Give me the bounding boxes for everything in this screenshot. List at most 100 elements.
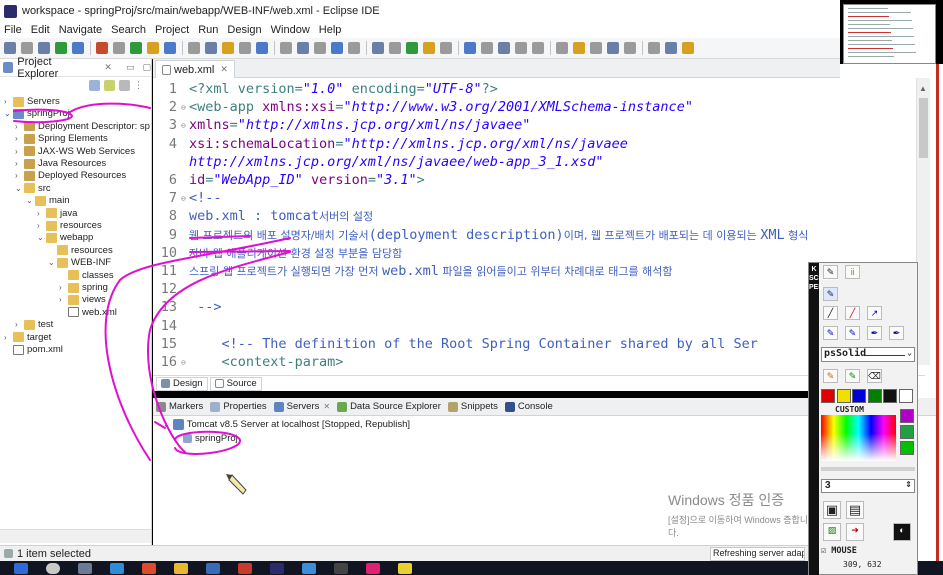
tab-snippets[interactable]: Snippets xyxy=(447,401,498,412)
minimize-icon[interactable]: ▭ xyxy=(126,62,135,73)
server-module[interactable]: springProj xyxy=(183,433,238,444)
color-swatch[interactable] xyxy=(821,389,835,403)
toolbar-button-icon[interactable] xyxy=(205,42,217,54)
eclipse-taskbar-icon[interactable] xyxy=(270,562,284,574)
brightness-slider[interactable] xyxy=(821,467,915,471)
color-swatch[interactable] xyxy=(883,389,897,403)
code-line[interactable]: 6 id = "WebApp_ID" version = "3.1" > xyxy=(153,171,425,189)
menu-design[interactable]: Design xyxy=(227,24,261,36)
menu-edit[interactable]: Edit xyxy=(31,24,50,36)
pen-small-icon[interactable]: ✎ xyxy=(823,369,838,383)
explorer-hscrollbar[interactable] xyxy=(0,529,151,543)
line-tool-icon[interactable]: ╱ xyxy=(823,306,838,320)
tree-item[interactable]: ⌄ springProj xyxy=(4,107,70,120)
tree-item[interactable]: › spring xyxy=(59,281,108,294)
menu-search[interactable]: Search xyxy=(111,24,146,36)
chevron-right-icon[interactable]: › xyxy=(37,221,46,230)
toolbar-button-icon[interactable] xyxy=(440,42,452,54)
toolbar-button-icon[interactable] xyxy=(464,42,476,54)
fold-toggle-icon[interactable]: ⊖ xyxy=(181,194,189,203)
chevron-right-icon[interactable]: › xyxy=(4,333,13,342)
pencil-icon[interactable]: ✎ xyxy=(823,265,838,279)
code-line[interactable]: 2 ⊖ <web-app xmlns:xsi = "http://www.w3.org/… xyxy=(153,98,693,116)
toolbar-button-icon[interactable] xyxy=(648,42,660,54)
toolbar-button-icon[interactable] xyxy=(481,42,493,54)
tree-item[interactable]: ⌄ webapp xyxy=(37,231,93,244)
tree-item[interactable]: web.xml xyxy=(59,306,117,319)
tree-item[interactable]: resources xyxy=(48,244,113,257)
toolbar-button-icon[interactable] xyxy=(348,42,360,54)
chevron-right-icon[interactable]: › xyxy=(15,122,24,131)
chevron-down-icon[interactable]: ⌄ xyxy=(4,109,13,118)
filter-icon[interactable] xyxy=(119,79,130,91)
save-icon[interactable]: ▣ xyxy=(823,501,841,519)
color-swatch[interactable] xyxy=(867,389,882,403)
tree-item[interactable]: › Java Resources xyxy=(15,157,106,170)
code-line[interactable]: 9 웹 프로젝트의 배포 설명자/배치 기술서 (deployment descri… xyxy=(153,226,809,244)
code-line[interactable]: 16 ⊖ <context-param> xyxy=(153,353,344,371)
code-line[interactable]: 3 ⊖ xmlns = "http://xmlns.jcp.org/xml/ns/jav… xyxy=(153,116,531,134)
save-as-icon[interactable]: ▤ xyxy=(846,501,864,519)
toolbar-button-icon[interactable] xyxy=(222,42,234,54)
chrome-icon[interactable] xyxy=(142,562,156,574)
tree-item[interactable]: › Deployment Descriptor: sp xyxy=(15,120,150,133)
code-line[interactable]: http://xmlns.jcp.org/xml/ns/javaee/web-a… xyxy=(153,153,604,171)
code-line[interactable]: 8 web.xml : tomcat 서버의 설정 xyxy=(153,207,373,225)
toolbar-button-icon[interactable] xyxy=(498,42,510,54)
tab-design[interactable]: Design xyxy=(156,376,208,391)
close-icon[interactable]: ✕ xyxy=(104,62,112,73)
tree-item[interactable]: classes xyxy=(59,269,114,282)
tab-web-xml[interactable]: web.xml ✕ xyxy=(155,60,235,78)
tab-source[interactable]: Source xyxy=(209,376,262,391)
server-entry[interactable]: ⌄ Tomcat v8.5 Server at localhost [Stopp… xyxy=(163,419,410,430)
tab-data-source-explorer[interactable]: Data Source Explorer xyxy=(337,401,441,412)
menu-navigate[interactable]: Navigate xyxy=(59,24,102,36)
chevron-right-icon[interactable]: › xyxy=(15,320,24,329)
menu-run[interactable]: Run xyxy=(198,24,218,36)
editor-vscrollbar[interactable]: ▲ xyxy=(916,78,930,365)
pen-style-select[interactable]: psSolid ⌄ xyxy=(821,347,915,362)
marker-underline-icon[interactable]: ✒ xyxy=(889,326,904,340)
color-swatch[interactable] xyxy=(900,441,914,455)
code-line[interactable]: 15 <!-- The definition of the Root Sprin… xyxy=(153,335,758,353)
app-icon[interactable] xyxy=(366,562,380,574)
tree-item[interactable]: › target xyxy=(4,331,51,344)
explorer-icon[interactable] xyxy=(174,562,188,574)
toolbar-button-icon[interactable] xyxy=(113,42,125,54)
toolbar-button-icon[interactable] xyxy=(665,42,677,54)
pen-medium-icon[interactable]: ✎ xyxy=(845,369,860,383)
toolbar-button-icon[interactable] xyxy=(532,42,544,54)
app-icon[interactable] xyxy=(302,562,316,574)
toolbar-button-icon[interactable] xyxy=(372,42,384,54)
toolbar-button-icon[interactable] xyxy=(21,42,33,54)
menu-help[interactable]: Help xyxy=(319,24,342,36)
code-line[interactable]: 7 ⊖ <!-- xyxy=(153,189,222,207)
toolbar-button-icon[interactable] xyxy=(256,42,268,54)
toolbar-button-icon[interactable] xyxy=(38,42,50,54)
toolbar-button-icon[interactable] xyxy=(96,42,108,54)
scroll-up-icon[interactable]: ▲ xyxy=(919,84,927,93)
app-icon[interactable] xyxy=(206,562,220,574)
chevron-down-icon[interactable]: ⌄ xyxy=(163,420,170,429)
project-explorer-tab[interactable]: Project Explorer ✕ ▭ ▢ xyxy=(0,56,151,80)
close-tab-icon[interactable]: ✕ xyxy=(323,402,330,411)
arrow-tool-icon[interactable]: ↗ xyxy=(867,306,882,320)
task-view-icon[interactable] xyxy=(78,562,92,574)
app-icon[interactable] xyxy=(238,562,252,574)
color-swatch[interactable] xyxy=(852,389,866,403)
menu-file[interactable]: File xyxy=(4,24,22,36)
menu-project[interactable]: Project xyxy=(155,24,189,36)
invert-icon[interactable]: ◐ xyxy=(893,523,911,541)
pen-tool-icon[interactable]: ✎ xyxy=(823,287,838,301)
color-swatch[interactable] xyxy=(900,409,914,423)
tree-item[interactable]: › JAX-WS Web Services xyxy=(15,145,135,158)
chevron-down-icon[interactable]: ⌄ xyxy=(48,258,57,267)
chevron-right-icon[interactable]: › xyxy=(4,97,13,106)
toolbar-button-icon[interactable] xyxy=(4,42,16,54)
tree-item[interactable]: ⌄ main xyxy=(26,194,70,207)
code-line[interactable]: 12 xyxy=(153,280,189,298)
code-line[interactable]: 1 <?xml version= "1.0" encoding= "UTF-8" ?> xyxy=(153,80,498,98)
color-spectrum[interactable] xyxy=(821,415,896,461)
search-icon[interactable] xyxy=(46,562,60,574)
link-editor-icon[interactable] xyxy=(104,79,115,91)
